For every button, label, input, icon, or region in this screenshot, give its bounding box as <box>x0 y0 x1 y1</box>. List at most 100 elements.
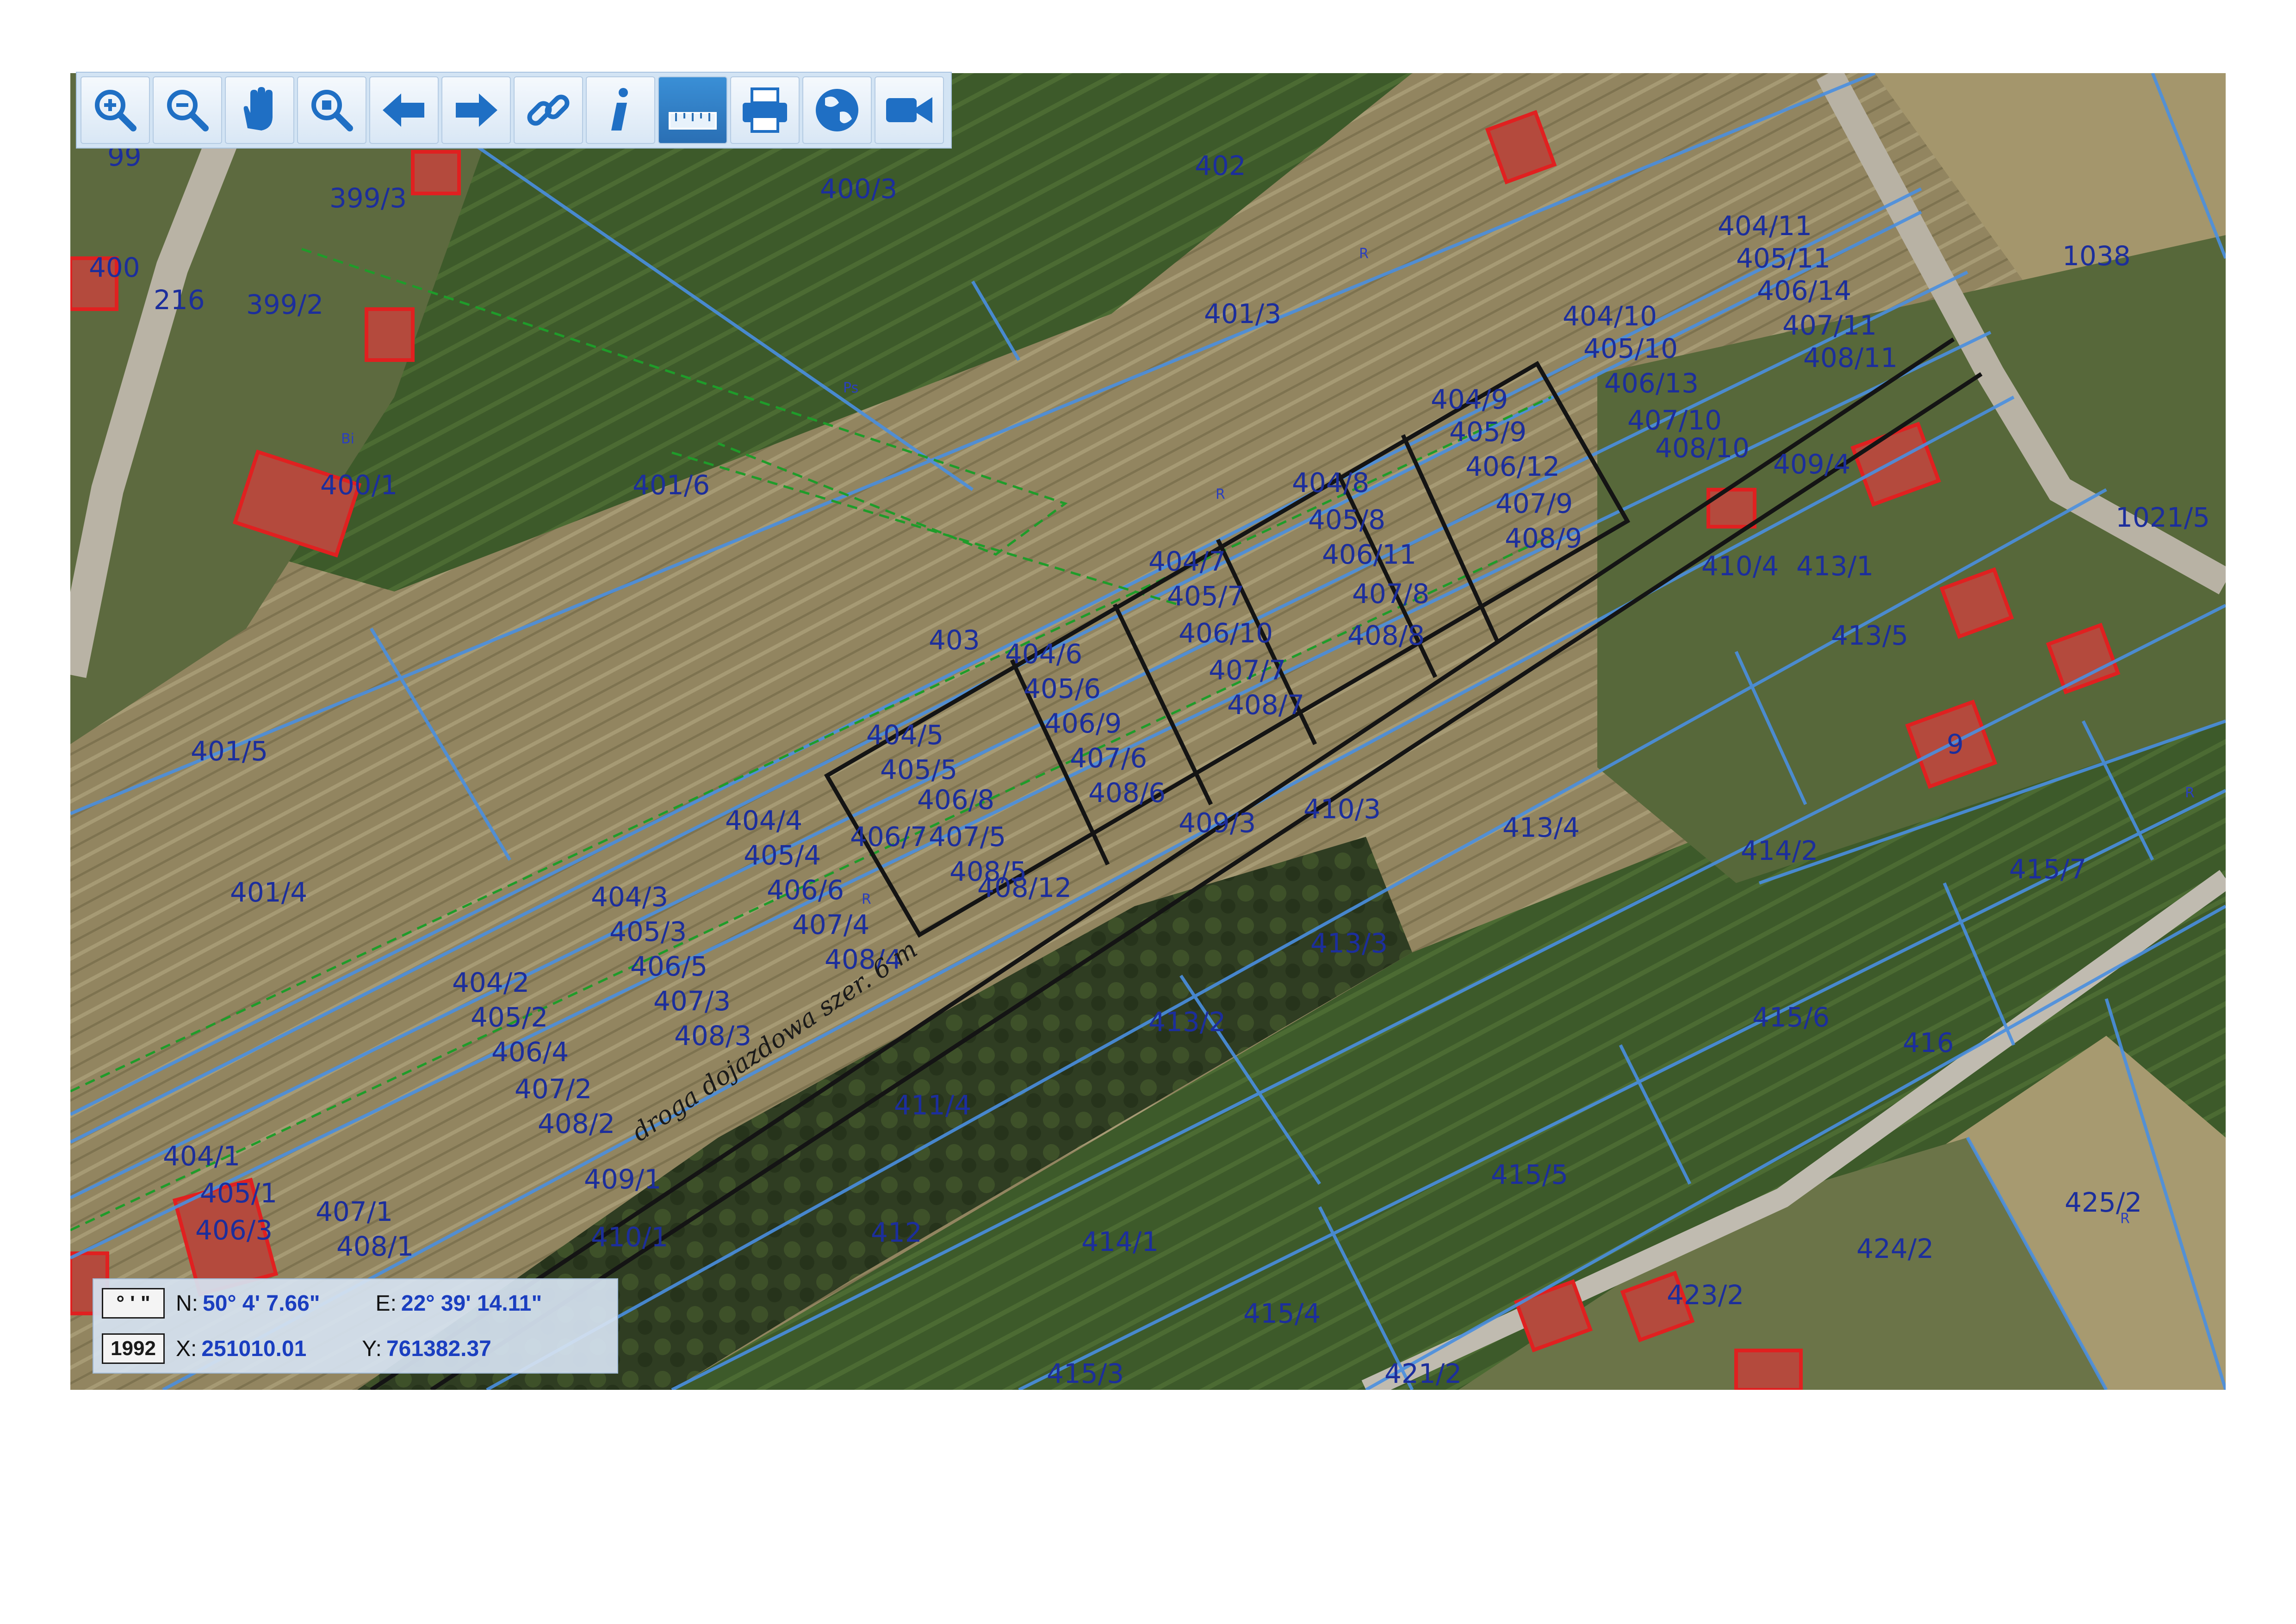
info-icon <box>611 88 628 131</box>
parcel-label: 407/5 <box>929 821 1006 852</box>
parcel-label: 410/3 <box>1303 793 1381 825</box>
globe-icon <box>816 89 858 131</box>
land-use-code: R <box>2120 1211 2130 1227</box>
parcel-label: 402 <box>1195 150 1246 181</box>
parcel-label: 425/2 <box>2065 1187 2142 1218</box>
parcel-label: 407/11 <box>1782 310 1877 341</box>
longitude-value: 22° 39' 14.11" <box>401 1291 542 1316</box>
parcel-label: 404/9 <box>1431 384 1508 415</box>
parcel-label: 406/5 <box>630 951 707 982</box>
parcel-label: 404/1 <box>163 1140 240 1172</box>
parcel-label: 413/4 <box>1502 812 1580 843</box>
parcel-label: 405/10 <box>1583 333 1678 364</box>
zoom-extent-icon <box>311 90 353 131</box>
parcel-label: 405/11 <box>1736 243 1831 274</box>
parcel-label: 408/7 <box>1227 689 1304 721</box>
parcel-label: 404/11 <box>1718 210 1812 242</box>
video-camera-icon <box>886 97 932 123</box>
parcel-label: 408/2 <box>538 1108 615 1139</box>
parcel-label: 400/3 <box>820 173 897 205</box>
parcel-label: 406/4 <box>491 1036 569 1068</box>
parcel-label: 406/9 <box>1044 708 1122 739</box>
land-use-code: Ps <box>843 380 858 396</box>
coordinate-readout: ° ' " N: 50° 4' 7.66" E: 22° 39' 14.11" … <box>93 1278 618 1374</box>
parcel-label: 406/11 <box>1322 539 1416 570</box>
video-camera-button[interactable] <box>875 76 944 144</box>
coordinate-system-button[interactable]: 1992 <box>102 1333 165 1364</box>
parcel-label: 405/3 <box>609 916 687 947</box>
parcel-label: 413/3 <box>1310 927 1388 959</box>
forward-arrow-button[interactable] <box>441 76 511 144</box>
latitude-key: N: <box>176 1291 198 1316</box>
parcel-label: 423/2 <box>1667 1279 1744 1311</box>
parcel-label: 406/7 <box>850 821 927 852</box>
parcel-label: 405/2 <box>471 1002 548 1033</box>
parcel-label: 415/5 <box>1491 1159 1568 1190</box>
globe-button[interactable] <box>802 76 872 144</box>
parcel-label: 407/7 <box>1209 654 1286 686</box>
parcel-label: 403 <box>929 624 980 656</box>
map-toolbar <box>76 72 952 149</box>
parcel-label: 415/3 <box>1047 1358 1124 1389</box>
parcel-label: 405/8 <box>1308 504 1385 535</box>
zoom-out-button[interactable] <box>153 76 222 144</box>
parcel-label: 409/1 <box>584 1164 661 1195</box>
parcel-label: 406/6 <box>767 874 844 906</box>
parcel-label: 404/8 <box>1292 467 1369 498</box>
print-icon <box>743 87 787 133</box>
forward-arrow-icon <box>456 93 497 127</box>
building <box>365 307 415 362</box>
land-use-code: Bi <box>341 431 354 447</box>
x-key: X: <box>176 1336 197 1361</box>
measure-ruler-button[interactable] <box>658 76 727 144</box>
info-button[interactable] <box>586 76 655 144</box>
link-button[interactable] <box>514 76 583 144</box>
parcel-label: 404/10 <box>1563 300 1657 332</box>
parcel-label: 414/1 <box>1081 1226 1159 1257</box>
parcel-label: 415/6 <box>1752 1002 1830 1033</box>
link-icon <box>527 94 570 126</box>
parcel-label: 407/10 <box>1627 404 1722 436</box>
parcel-label: 404/6 <box>1005 638 1082 670</box>
zoom-in-icon <box>95 90 137 131</box>
parcel-label: 405/5 <box>880 754 957 785</box>
parcel-label: 413/2 <box>1148 1006 1226 1038</box>
zoom-in-button[interactable] <box>81 76 150 144</box>
land-use-code: R <box>2185 785 2195 801</box>
map-view[interactable]: 400/3 402 401/3 399/3 399/2 216 400 99 4… <box>70 73 2226 1390</box>
parcel-label: 404/5 <box>866 719 943 751</box>
parcel-label: 9 <box>1947 728 1964 760</box>
y-value: 761382.37 <box>386 1336 491 1361</box>
parcel-label: 408/12 <box>977 872 1072 903</box>
dms-format-button[interactable]: ° ' " <box>102 1288 165 1319</box>
parcel-label: 1021/5 <box>2116 502 2210 533</box>
parcel-label: 408/8 <box>1347 620 1425 651</box>
parcel-label: 408/1 <box>336 1231 414 1262</box>
parcel-label: 405/1 <box>200 1177 277 1209</box>
parcel-label: 1038 <box>2062 240 2131 272</box>
print-button[interactable] <box>730 76 800 144</box>
land-use-code: R <box>1216 486 1225 503</box>
zoom-out-icon <box>167 90 209 131</box>
parcel-label: 410/1 <box>591 1221 668 1253</box>
zoom-extent-button[interactable] <box>297 76 366 144</box>
back-arrow-button[interactable] <box>369 76 439 144</box>
parcel-label: 405/7 <box>1167 580 1244 612</box>
land-use-code: R <box>862 891 871 908</box>
parcel-label: 407/1 <box>316 1196 393 1227</box>
parcel-label: 421/2 <box>1384 1358 1462 1389</box>
longitude-key: E: <box>375 1291 397 1316</box>
parcel-label: 407/3 <box>653 985 731 1017</box>
parcel-label: 408/11 <box>1803 342 1898 373</box>
parcel-label: 401/5 <box>191 735 268 767</box>
parcel-label: 414/2 <box>1741 835 1818 866</box>
parcel-label: 415/7 <box>2009 853 2086 885</box>
measure-ruler-icon <box>669 112 717 130</box>
parcel-label: 407/2 <box>515 1073 592 1105</box>
parcel-label: 399/2 <box>246 289 323 320</box>
parcel-label: 407/6 <box>1070 742 1147 774</box>
aerial-map-canvas: 400/3 402 401/3 399/3 399/2 216 400 99 4… <box>70 73 2226 1390</box>
parcel-label: 405/9 <box>1449 416 1527 448</box>
pan-hand-button[interactable] <box>225 76 294 144</box>
parcel-label: 407/4 <box>792 909 869 940</box>
